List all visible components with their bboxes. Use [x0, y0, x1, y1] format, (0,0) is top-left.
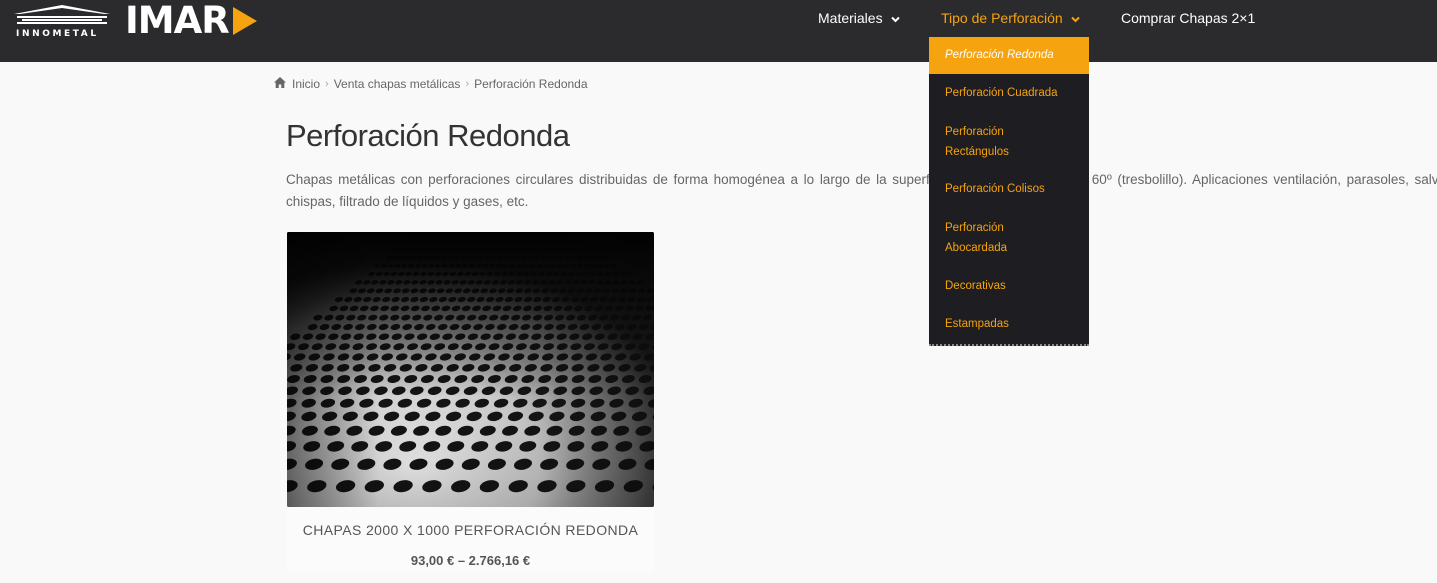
dropdown-item-decorativas[interactable]: Decorativas — [929, 277, 1089, 297]
product-image[interactable] — [287, 232, 654, 507]
breadcrumb-current: Perforación Redonda — [474, 77, 588, 91]
play-triangle-icon — [232, 7, 257, 35]
nav-tipo-de-perforacion[interactable]: Tipo de Perforación — [941, 0, 1080, 36]
nav-comprar-chapas[interactable]: Comprar Chapas 2×1 — [1121, 0, 1255, 36]
breadcrumb: Inicio › Venta chapas metálicas › Perfor… — [274, 75, 588, 93]
home-icon[interactable] — [274, 77, 286, 91]
nav-materiales-label: Materiales — [818, 10, 883, 26]
dropdown-item-perforacion-colisos[interactable]: Perforación Colisos — [929, 180, 1089, 200]
perforation-dropdown-menu: Perforación Redonda Perforación Cuadrada… — [929, 37, 1089, 346]
innometal-roof-icon — [14, 5, 110, 24]
page-title: Perforación Redonda — [286, 118, 570, 153]
imar-logo-text: IMAR — [125, 0, 230, 42]
imar-logo[interactable]: IMAR — [125, 1, 259, 41]
breadcrumb-separator: › — [465, 78, 470, 90]
nav-materiales[interactable]: Materiales — [818, 0, 900, 36]
product-price: 93,00 € – 2.766,16 € — [410, 553, 531, 568]
breadcrumb-separator: › — [325, 78, 329, 90]
innometal-logo[interactable]: INNOMETAL — [14, 4, 112, 39]
category-description: Chapas metálicas con perforaciones circu… — [286, 172, 1437, 209]
product-card[interactable]: CHAPAS 2000 X 1000 PERFORACIÓN REDONDA 9… — [287, 232, 654, 572]
innometal-logo-text: INNOMETAL — [16, 29, 99, 39]
chevron-down-icon — [890, 10, 900, 26]
nav-comprar-label: Comprar Chapas 2×1 — [1121, 10, 1256, 26]
site-header: INNOMETAL IMAR Materiales Tipo de Perfor… — [0, 0, 1437, 62]
dropdown-item-perforacion-cuadrada[interactable]: Perforación Cuadrada — [929, 84, 1089, 104]
dropdown-item-perforacion-redonda[interactable]: Perforación Redonda — [929, 37, 1089, 74]
breadcrumb-inicio[interactable]: Inicio — [292, 77, 320, 91]
dropdown-item-estampadas[interactable]: Estampadas — [929, 315, 1089, 335]
nav-tipo-label: Tipo de Perforación — [941, 10, 1063, 26]
chevron-down-icon — [1070, 10, 1080, 26]
breadcrumb-venta-chapas[interactable]: Venta chapas metálicas — [334, 77, 461, 91]
dropdown-item-perforacion-abocardada[interactable]: Perforación Abocardada — [929, 219, 1039, 258]
dropdown-item-perforacion-rectangulos[interactable]: Perforación Rectángulos — [929, 123, 1039, 162]
product-name-link[interactable]: CHAPAS 2000 X 1000 PERFORACIÓN REDONDA — [287, 522, 654, 538]
